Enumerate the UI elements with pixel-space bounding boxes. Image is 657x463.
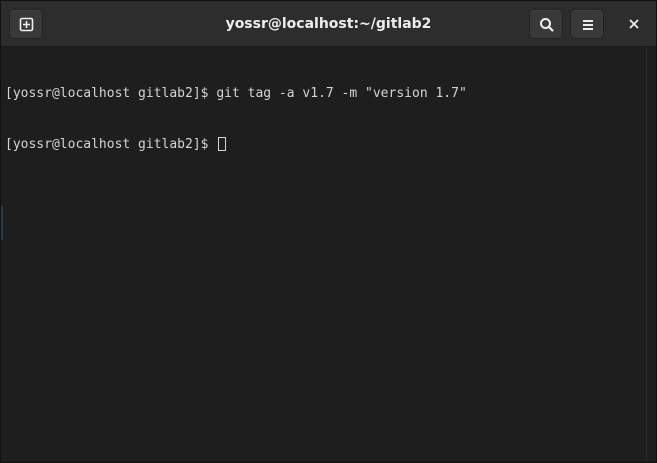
- text-cursor: [218, 137, 227, 151]
- hamburger-menu-icon: [583, 20, 593, 30]
- close-button[interactable]: [619, 9, 649, 39]
- search-icon: [540, 18, 554, 32]
- terminal-window: yossr@localhost:~/gitlab2 [yossr@localho…: [0, 0, 657, 463]
- close-icon: [629, 19, 639, 29]
- terminal-line: [yossr@localhost gitlab2]$ git tag -a v1…: [5, 85, 642, 102]
- scrollbar[interactable]: [646, 47, 656, 461]
- terminal-line: [yossr@localhost gitlab2]$: [5, 136, 642, 153]
- new-tab-icon: [19, 17, 34, 32]
- command-line-text: [yossr@localhost gitlab2]$ git tag -a v1…: [5, 86, 467, 101]
- new-tab-button[interactable]: [9, 9, 43, 39]
- title-bar: yossr@localhost:~/gitlab2: [1, 1, 656, 47]
- search-button[interactable]: [529, 9, 563, 39]
- prompt-text: [yossr@localhost gitlab2]$: [5, 137, 217, 152]
- menu-button[interactable]: [570, 9, 604, 39]
- terminal-output[interactable]: [yossr@localhost gitlab2]$ git tag -a v1…: [1, 47, 646, 461]
- window-edge-highlight: [1, 206, 3, 240]
